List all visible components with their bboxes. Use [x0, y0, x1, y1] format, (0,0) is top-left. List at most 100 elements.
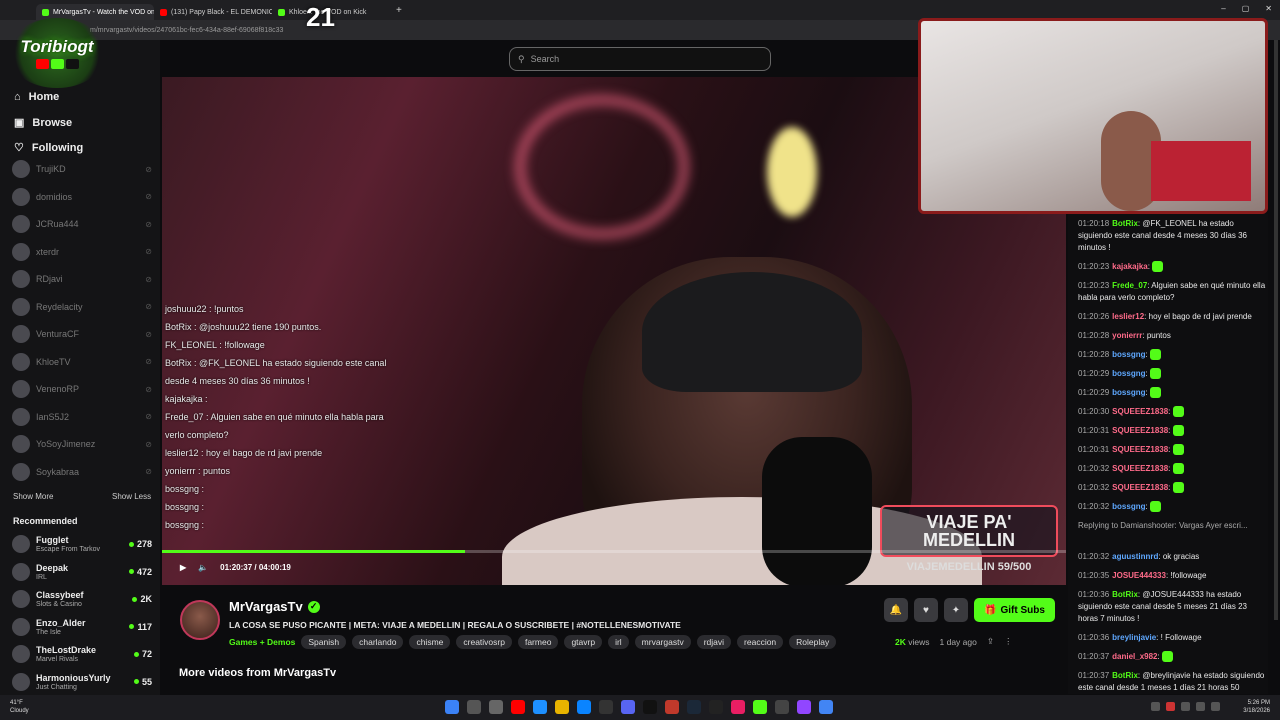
taskbar-search-icon[interactable] — [467, 700, 481, 714]
sidebar-channel[interactable]: Soykabraa ⊘ — [12, 461, 152, 483]
tag-chip[interactable]: farmeo — [517, 635, 559, 649]
browser-tab[interactable]: (131) Papy Black - EL DEMONIO D — [154, 4, 272, 20]
recommended-channel[interactable]: HarmoniousYurly Just Chatting 55 — [12, 669, 152, 695]
tag-chip[interactable]: creativosrp — [456, 635, 512, 649]
recommended-channel[interactable]: TheLostDrake Marvel Rivals 72 — [12, 641, 152, 667]
chrome-icon[interactable] — [819, 700, 833, 714]
recommended-channel[interactable]: Fugglet Escape From Tarkov 278 — [12, 531, 152, 557]
sidebar-item-home[interactable]: ⌂ Home — [14, 91, 59, 103]
store-icon[interactable] — [577, 700, 591, 714]
chat-username[interactable]: aguustinnrd — [1112, 552, 1158, 561]
chat-username[interactable]: SQUEEEZ1838 — [1112, 426, 1168, 435]
tag-chip[interactable]: reaccion — [737, 635, 784, 649]
sidebar-channel[interactable]: xterdr ⊘ — [12, 241, 152, 263]
chat-username[interactable]: daniel_x982 — [1112, 652, 1157, 661]
tiktok-app-icon[interactable] — [599, 700, 613, 714]
channel-name-row[interactable]: MrVargasTv ✓ — [229, 599, 320, 614]
youtube-app-icon[interactable] — [511, 700, 525, 714]
new-tab-icon[interactable]: + — [396, 5, 402, 16]
volume-icon[interactable]: 🔈 — [198, 563, 208, 572]
close-icon[interactable]: ✕ — [1265, 4, 1272, 13]
tag-chip[interactable]: chisme — [409, 635, 451, 649]
category-link[interactable]: Games + Demos — [229, 637, 295, 647]
sidebar-channel[interactable]: TrujiKD ⊘ — [12, 158, 152, 180]
weather-widget[interactable]: 41°F Cloudy — [10, 699, 29, 715]
chat-username[interactable]: SQUEEEZ1838 — [1112, 464, 1168, 473]
sidebar-item-following[interactable]: ♡ Following — [14, 141, 83, 155]
tag-chip[interactable]: Roleplay — [789, 635, 837, 649]
minimize-icon[interactable]: – — [1221, 4, 1225, 13]
maximize-icon[interactable]: ▢ — [1242, 4, 1250, 13]
tiktok-app-icon-2[interactable] — [643, 700, 657, 714]
tag-chip[interactable]: irl — [608, 635, 629, 649]
chat-username[interactable]: SQUEEEZ1838 — [1112, 407, 1168, 416]
show-less-link[interactable]: Show Less — [112, 492, 151, 501]
tray-app-icon[interactable] — [1166, 702, 1175, 711]
share-icon[interactable]: ⇪ — [987, 636, 994, 647]
app-icon-red[interactable] — [665, 700, 679, 714]
recommended-channel[interactable]: Deepak IRL 472 — [12, 559, 152, 585]
edge-icon[interactable] — [533, 700, 547, 714]
tag-chip[interactable]: Spanish — [301, 635, 347, 649]
chat-username[interactable]: BotRix — [1112, 671, 1138, 680]
twitch-icon[interactable] — [797, 700, 811, 714]
bell-icon[interactable]: 🔔 — [884, 598, 908, 622]
subscribe-icon[interactable]: ✦ — [944, 598, 968, 622]
app-icon-pink[interactable] — [731, 700, 745, 714]
chat-username[interactable]: yonierrr — [1112, 331, 1142, 340]
sidebar-channel[interactable]: Reydelacity ⊘ — [12, 296, 152, 318]
chat-timestamp: 01:20:30 — [1078, 407, 1110, 416]
task-view-icon[interactable] — [489, 700, 503, 714]
chat-username[interactable]: breylinjavie — [1112, 633, 1156, 642]
chat-username[interactable]: BotRix — [1112, 590, 1138, 599]
sidebar-channel[interactable]: domidios ⊘ — [12, 186, 152, 208]
channel-name[interactable]: MrVargasTv — [229, 599, 303, 614]
tag-chip[interactable]: mrvargastv — [634, 635, 691, 649]
sidebar-channel[interactable]: JCRua444 ⊘ — [12, 213, 152, 235]
sidebar-channel[interactable]: VenturaCF ⊘ — [12, 323, 152, 345]
wifi-icon[interactable] — [1181, 702, 1190, 711]
more-options-icon[interactable]: ⋮ — [1004, 636, 1013, 647]
obs-icon[interactable] — [775, 700, 789, 714]
sidebar-channel[interactable]: VenenoRP ⊘ — [12, 378, 152, 400]
discord-icon[interactable] — [621, 700, 635, 714]
chat-username[interactable]: SQUEEEZ1838 — [1112, 483, 1168, 492]
chat-username[interactable]: bossgng — [1112, 388, 1145, 397]
chat-username[interactable]: bossgng — [1112, 369, 1145, 378]
gift-subs-button[interactable]: 🎁 Gift Subs — [974, 598, 1055, 622]
page-scrollbar[interactable] — [1274, 40, 1278, 620]
chat-username[interactable]: kajakajka — [1112, 262, 1148, 271]
recommended-channel[interactable]: Classybeef Slots & Casino 2K — [12, 586, 152, 612]
sidebar-channel[interactable]: YoSoyJimenez ⊘ — [12, 433, 152, 455]
sidebar-item-browse[interactable]: ▣ Browse — [14, 116, 72, 130]
start-icon[interactable] — [445, 700, 459, 714]
chat-username[interactable]: SQUEEEZ1838 — [1112, 445, 1168, 454]
kick-app-icon[interactable] — [753, 700, 767, 714]
sidebar-channel[interactable]: IanS5J2 ⊘ — [12, 406, 152, 428]
chat-username[interactable]: bossgng — [1112, 502, 1145, 511]
channel-avatar[interactable] — [180, 600, 220, 640]
sidebar-channel[interactable]: KhloeTV ⊘ — [12, 351, 152, 373]
steam-icon[interactable] — [687, 700, 701, 714]
sidebar-channel[interactable]: RDjavi ⊘ — [12, 268, 152, 290]
tag-chip[interactable]: rdjavi — [696, 635, 732, 649]
chat-username[interactable]: JOSUE444333 — [1112, 571, 1166, 580]
show-more-link[interactable]: Show More — [13, 492, 53, 501]
app-icon-dark[interactable] — [709, 700, 723, 714]
chat-username[interactable]: Frede_07 — [1112, 281, 1147, 290]
follow-heart-icon[interactable]: ♥ — [914, 598, 938, 622]
search-input[interactable]: ⚲ Search — [509, 47, 771, 71]
folder-icon[interactable] — [555, 700, 569, 714]
tag-chip[interactable]: gtavrp — [564, 635, 603, 649]
recommended-channel[interactable]: Enzo_Alder The Isle 117 — [12, 614, 152, 640]
tray-chevron-icon[interactable] — [1151, 702, 1160, 711]
chat-username[interactable]: bossgng — [1112, 350, 1145, 359]
system-clock[interactable]: 5:26 PM 3/18/2026 — [1243, 699, 1270, 715]
tag-chip[interactable]: charlando — [352, 635, 404, 649]
volume-tray-icon[interactable] — [1196, 702, 1205, 711]
play-icon[interactable]: ▶ — [180, 563, 186, 572]
chat-username[interactable]: leslier12 — [1112, 312, 1144, 321]
chat-username[interactable]: BotRix — [1112, 219, 1138, 228]
url-text[interactable]: m/mrvargastv/videos/247061bc-fec6-434a-8… — [90, 27, 283, 34]
battery-icon[interactable] — [1211, 702, 1220, 711]
